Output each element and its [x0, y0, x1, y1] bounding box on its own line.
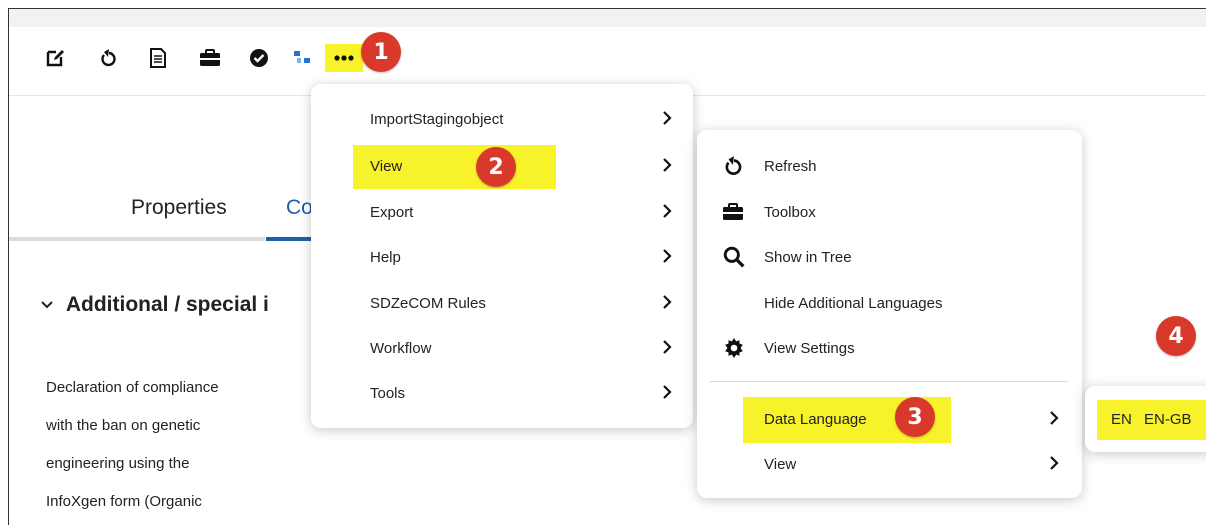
body-line-1: Declaration of compliance — [46, 379, 219, 396]
submenu-item-refresh[interactable]: Refresh — [764, 158, 817, 175]
menu-separator — [710, 381, 1068, 382]
gear-icon — [725, 338, 743, 358]
submenu-item-hide-additional-languages[interactable]: Hide Additional Languages — [764, 295, 942, 312]
chevron-right-icon — [663, 249, 672, 263]
more-icon — [334, 55, 354, 61]
chevron-right-icon — [663, 158, 672, 172]
top-bar — [9, 9, 1206, 27]
body-line-2: with the ban on genetic — [46, 417, 201, 434]
chevron-right-icon — [1050, 411, 1059, 425]
more-button[interactable] — [325, 44, 363, 72]
edit-icon[interactable] — [44, 47, 66, 69]
step-badge-4: 4 — [1156, 316, 1196, 356]
submenu-item-show-in-tree[interactable]: Show in Tree — [764, 249, 852, 266]
section-header[interactable]: Additional / special i — [40, 293, 269, 317]
menu-item-help[interactable]: Help — [370, 249, 401, 266]
step-badge-1: 1 — [361, 32, 401, 72]
submenu-item-view[interactable]: View — [764, 456, 796, 473]
submenu-item-toolbox[interactable]: Toolbox — [764, 204, 816, 221]
language-option-en[interactable]: EN — [1111, 411, 1132, 428]
menu-item-importstagingobject[interactable]: ImportStagingobject — [370, 111, 503, 128]
menu-item-sdzecom-rules[interactable]: SDZeCOM Rules — [370, 295, 486, 312]
document-icon[interactable] — [147, 47, 169, 69]
menu-item-workflow[interactable]: Workflow — [370, 340, 431, 357]
submenu-item-data-language[interactable]: Data Language — [764, 411, 867, 428]
tab-properties[interactable]: Properties — [131, 196, 227, 220]
toolbox-icon[interactable] — [199, 47, 221, 69]
refresh-icon[interactable] — [98, 47, 120, 69]
menu-item-view[interactable]: View — [370, 158, 402, 175]
language-option-en-gb[interactable]: EN-GB — [1144, 411, 1192, 428]
chevron-right-icon — [663, 204, 672, 218]
search-icon — [723, 246, 745, 268]
tab-underline — [9, 237, 265, 241]
check-circle-icon[interactable] — [248, 47, 270, 69]
menu-item-export[interactable]: Export — [370, 204, 413, 221]
chevron-right-icon — [663, 295, 672, 309]
toolbox-icon — [723, 203, 743, 220]
chevron-right-icon — [1050, 456, 1059, 470]
menu-item-tools[interactable]: Tools — [370, 385, 405, 402]
chevron-down-icon — [40, 293, 60, 316]
refresh-icon — [725, 156, 742, 175]
chevron-right-icon — [663, 111, 672, 125]
section-title: Additional / special i — [65, 293, 269, 316]
submenu-item-view-settings[interactable]: View Settings — [764, 340, 855, 357]
chevron-right-icon — [663, 385, 672, 399]
body-line-4: InfoXgen form (Organic — [46, 493, 202, 510]
chevron-right-icon — [663, 340, 672, 354]
step-badge-2: 2 — [476, 147, 516, 187]
step-badge-3: 3 — [895, 397, 935, 437]
body-line-3: engineering using the — [46, 455, 190, 472]
hierarchy-icon[interactable] — [291, 47, 313, 69]
context-menu — [311, 84, 693, 428]
tab-second[interactable]: Co — [286, 196, 313, 220]
